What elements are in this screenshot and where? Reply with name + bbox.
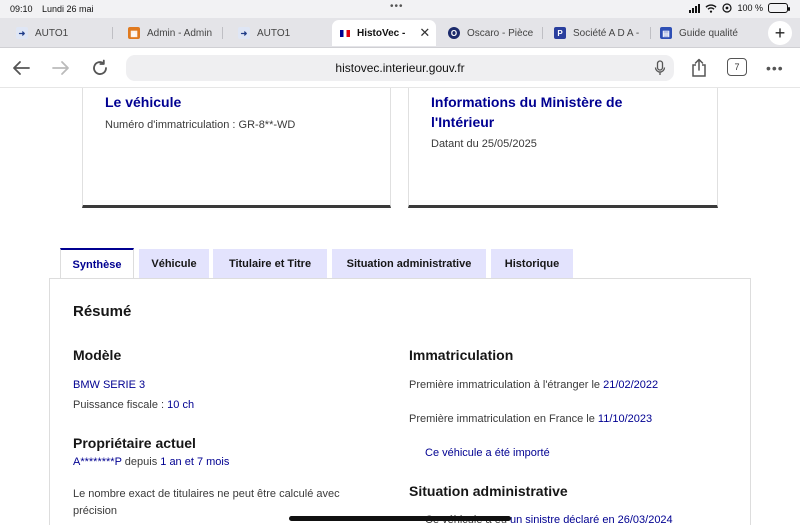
owner-line: A********P depuis 1 an et 7 mois [73, 456, 230, 468]
browser-tab-auto1[interactable]: ➜ AUTO1 [0, 20, 112, 46]
reload-icon [93, 59, 107, 75]
forward-button[interactable] [50, 57, 72, 79]
battery-icon [768, 3, 790, 13]
vehicle-card-title[interactable]: Le véhicule [105, 92, 181, 112]
address-bar[interactable]: histovec.interieur.gouv.fr [126, 55, 674, 81]
tab-vehicule[interactable]: Véhicule [139, 249, 209, 279]
model-heading: Modèle [73, 347, 122, 363]
tab-synthese[interactable]: Synthèse [60, 248, 134, 280]
forward-arrow-icon [52, 61, 69, 75]
close-tab-icon[interactable]: ✕ [419, 25, 430, 41]
browser-tab-societe[interactable]: P Société A D A - [542, 20, 650, 46]
tab-historique[interactable]: Historique [491, 249, 573, 279]
share-button[interactable] [688, 57, 710, 79]
wifi-icon [705, 3, 717, 13]
multitask-dots-icon[interactable]: ••• [390, 1, 404, 12]
status-bar: 09:10 Lundi 26 mai ••• 100 % [0, 0, 800, 18]
microphone-icon[interactable] [654, 60, 666, 76]
model-value: BMW SERIE 3 [73, 379, 146, 391]
owners-note: Le nombre exact de titulaires ne peut êt… [73, 488, 340, 517]
owner-since-value: 1 an et 7 mois [160, 456, 230, 468]
browser-toolbar: histovec.interieur.gouv.fr 7 ••• [0, 48, 800, 88]
browser-tab-bar: ➜ AUTO1 ▦ Admin - Admin ➜ AUTO1 HistoVec… [0, 18, 800, 48]
vehicle-card[interactable]: Le véhicule Numéro d'immatriculation : G… [82, 88, 391, 208]
summary-heading: Résumé [73, 303, 132, 320]
first-france-registration: Première immatriculation en France le 11… [409, 413, 653, 425]
signal-icon [689, 3, 701, 13]
data-date: Datant du 25/05/2025 [431, 138, 537, 150]
back-button[interactable] [10, 57, 32, 79]
url-text: histovec.interieur.gouv.fr [335, 61, 465, 75]
synthese-panel: Résumé Modèle BMW SERIE 3 Puissance fisc… [49, 278, 751, 525]
fiscal-power: Puissance fiscale : 10 ch [73, 399, 195, 411]
browser-tab-auto1-2[interactable]: ➜ AUTO1 [222, 20, 332, 46]
status-right: 100 % [689, 3, 790, 13]
sinister-value: un sinistre déclaré en 26/03/2024 [510, 514, 673, 525]
browser-tab-guide[interactable]: ▤ Guide qualité [650, 20, 758, 46]
battery-percent: 100 % [737, 3, 763, 13]
ministry-card[interactable]: Informations du Ministère de l'Intérieur… [408, 88, 718, 208]
admin-situation-heading: Situation administrative [409, 483, 568, 499]
auto1-icon: ➜ [238, 27, 250, 39]
first-foreign-date: 21/02/2022 [603, 379, 659, 391]
parking-p-icon: P [554, 27, 566, 39]
first-foreign-registration: Première immatriculation à l'étranger le… [409, 379, 659, 391]
tab-situation-administrative[interactable]: Situation administrative [332, 249, 486, 279]
more-options-icon[interactable]: ••• [766, 60, 784, 76]
home-indicator[interactable] [289, 516, 511, 521]
tab-overview-button[interactable]: 7 [727, 58, 747, 76]
reload-button[interactable] [89, 57, 111, 79]
owner-name: A********P [73, 456, 122, 468]
plus-icon: + [774, 22, 786, 43]
tab-titulaire-titre[interactable]: Titulaire et Titre [213, 249, 327, 279]
new-tab-button[interactable]: + [768, 21, 792, 45]
back-arrow-icon [13, 61, 30, 75]
web-page: Le véhicule Numéro d'immatriculation : G… [0, 88, 800, 525]
guide-icon: ▤ [660, 27, 672, 39]
share-icon [692, 58, 706, 77]
location-icon [722, 3, 733, 13]
imported-note: Ce véhicule a été importé [425, 447, 550, 459]
status-time: 09:10 [10, 4, 33, 14]
status-date: Lundi 26 mai [42, 4, 94, 14]
registration-heading: Immatriculation [409, 347, 514, 363]
browser-tab-oscaro[interactable]: O Oscaro - Pièce [436, 20, 542, 46]
browser-tab-histovec[interactable]: HistoVec - ✕ [332, 20, 436, 46]
plate-number: Numéro d'immatriculation : GR-8**-WD [105, 119, 296, 131]
first-france-date: 11/10/2023 [597, 413, 653, 425]
fiscal-power-value: 10 ch [167, 399, 195, 411]
ministry-card-title[interactable]: Informations du Ministère de l'Intérieur [431, 92, 671, 132]
auto1-icon: ➜ [16, 27, 28, 39]
french-flag-icon [340, 29, 350, 37]
browser-tab-admin[interactable]: ▦ Admin - Admin [112, 20, 222, 46]
oscaro-icon: O [448, 27, 460, 39]
owner-heading: Propriétaire actuel [73, 435, 196, 451]
admin-icon: ▦ [128, 27, 140, 39]
